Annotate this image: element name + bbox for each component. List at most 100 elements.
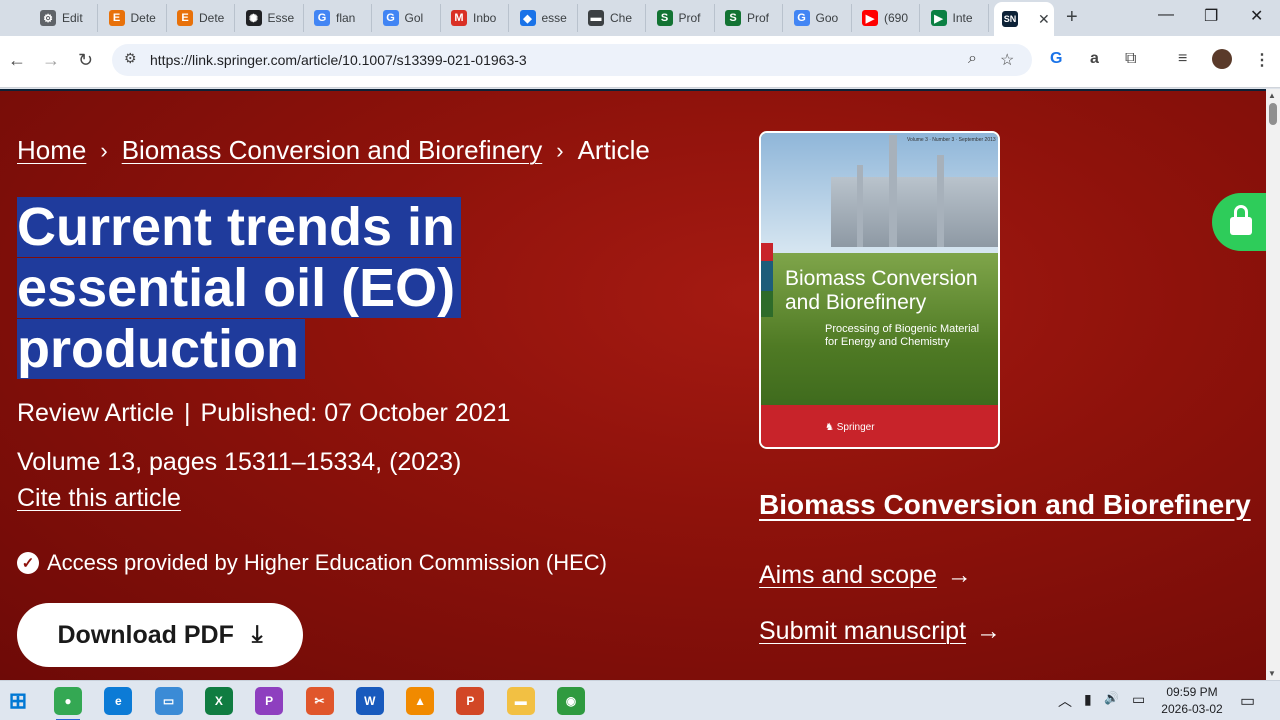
settings-icon: ⚙ bbox=[40, 10, 56, 26]
google-icon: G bbox=[793, 10, 810, 26]
zoom-icon[interactable]: ⌕ bbox=[968, 50, 977, 68]
browser-tab-title: Goo bbox=[815, 11, 839, 25]
browser-tab[interactable]: G Gol bbox=[375, 4, 441, 32]
aims-and-scope-link[interactable]: Aims and scope → bbox=[759, 561, 972, 590]
extensions-puzzle-icon[interactable]: ⧉ bbox=[1125, 50, 1136, 68]
scroll-up-arrow-icon[interactable]: ▲ bbox=[1268, 91, 1276, 100]
browser-tab[interactable]: ✺ Esse bbox=[238, 4, 304, 32]
edge-icon[interactable]: e bbox=[104, 687, 133, 715]
download-pdf-button[interactable]: Download PDF ⤓ bbox=[17, 603, 303, 667]
page-scrollbar[interactable]: ▲ ▼ bbox=[1266, 89, 1280, 680]
journal-cover-image[interactable]: Volume 3 · Number 3 · September 2013 Bio… bbox=[759, 131, 1000, 449]
chrome-icon[interactable]: ● bbox=[54, 687, 82, 720]
system-clock[interactable]: 09:59 PM 2026-03-02 bbox=[1154, 684, 1230, 718]
article-title-text: Current trends in essential oil (EO) pro… bbox=[17, 197, 462, 379]
download-pdf-label: Download PDF bbox=[57, 620, 234, 649]
forward-button[interactable]: → bbox=[42, 50, 60, 71]
cover-title: Biomass Conversion and Biorefinery bbox=[785, 267, 978, 315]
network-icon[interactable]: ▭ bbox=[1132, 691, 1145, 708]
chevron-up-icon[interactable]: ︿ bbox=[1058, 691, 1072, 711]
powerpoint-icon[interactable]: P bbox=[456, 687, 485, 715]
reload-button[interactable]: ↻ bbox=[78, 50, 93, 71]
aims-and-scope-label: Aims and scope bbox=[759, 561, 937, 589]
browser-tab-strip: ⚙ Edit E Dete E Dete ✺ Esse Gflan G Gol M Inbo ◆ esse ▬… bbox=[0, 0, 1280, 36]
scispace-icon: S bbox=[725, 10, 741, 26]
browser-tab[interactable]: G Goo bbox=[786, 4, 852, 32]
article-page: Home › Biomass Conversion and Biorefiner… bbox=[0, 89, 1266, 680]
browser-tab[interactable]: ⚙ Edit bbox=[32, 4, 98, 32]
pdf-editor-icon[interactable]: P bbox=[255, 687, 284, 715]
google-icon: G bbox=[382, 10, 399, 26]
browser-tab[interactable]: Gflan bbox=[306, 4, 372, 32]
browser-tab[interactable]: ▶ (690 bbox=[854, 4, 920, 32]
youtube-icon: ▶ bbox=[862, 10, 878, 26]
bookmark-star-icon[interactable]: ☆ bbox=[1000, 50, 1014, 70]
new-tab-button[interactable]: + bbox=[1066, 6, 1078, 29]
browser-tab-title: Prof bbox=[747, 11, 770, 25]
springer-nature-icon: SN bbox=[1002, 11, 1018, 27]
restore-button[interactable]: ❐ bbox=[1204, 6, 1218, 26]
breadcrumb-home-link[interactable]: Home bbox=[17, 135, 86, 166]
submit-manuscript-link[interactable]: Submit manuscript → bbox=[759, 617, 1001, 646]
cover-subtitle-line: Processing of Biogenic Material bbox=[825, 323, 980, 335]
scrollbar-thumb[interactable] bbox=[1269, 103, 1277, 125]
battery-icon[interactable]: ▮ bbox=[1084, 691, 1092, 708]
cite-article-link[interactable]: Cite this article bbox=[17, 484, 181, 513]
browser-tab[interactable]: ▬ Che bbox=[580, 4, 646, 32]
close-window-button[interactable]: ✕ bbox=[1250, 6, 1263, 26]
word-icon[interactable]: W bbox=[355, 687, 384, 715]
profile-avatar[interactable] bbox=[1212, 49, 1232, 69]
cover-issue-line: Volume 3 · Number 3 · September 2013 bbox=[907, 137, 996, 143]
windows-taskbar: ⊞ ● e ▭ X P ✂ W ▲ P ▬ ◉ ︿ ▮ 🔊 ▭ 09:59 PM 2026-03-02… bbox=[0, 680, 1280, 720]
vlc-icon[interactable]: ▲ bbox=[406, 687, 435, 715]
browser-tab-title: Prof bbox=[678, 11, 701, 25]
windows-start-icon[interactable]: ⊞ bbox=[4, 687, 32, 715]
cover-plant-tower bbox=[889, 135, 897, 247]
computer-icon[interactable]: ▭ bbox=[154, 687, 183, 715]
browser-tab[interactable]: M Inbo bbox=[443, 4, 509, 32]
diamond-icon: ◆ bbox=[519, 10, 536, 26]
journal-name-link[interactable]: Biomass Conversion and Biorefinery bbox=[759, 489, 1251, 521]
back-button[interactable]: ← bbox=[8, 50, 26, 71]
notification-icon[interactable]: ▭ bbox=[1240, 691, 1255, 711]
gmail-icon: M bbox=[451, 10, 467, 26]
browser-tab-title: Che bbox=[610, 11, 633, 25]
cover-subtitle-line: for Energy and Chemistry bbox=[825, 336, 950, 348]
browser-tab[interactable]: E Dete bbox=[169, 4, 235, 32]
cover-plant-tower bbox=[937, 155, 944, 247]
translate-icon[interactable]: G bbox=[1050, 50, 1062, 68]
cover-title-line: and Biorefinery bbox=[785, 291, 927, 314]
tab-active-springer[interactable]: SN ✕ bbox=[994, 2, 1054, 36]
url-text[interactable]: https://link.springer.com/article/10.100… bbox=[150, 52, 527, 68]
excel-icon[interactable]: X bbox=[204, 687, 233, 715]
browser-tab[interactable]: S Prof bbox=[717, 4, 783, 32]
media-control-icon[interactable]: ≡ bbox=[1178, 50, 1187, 68]
minimize-button[interactable]: — bbox=[1158, 6, 1174, 24]
browser-tab-title: Esse bbox=[267, 11, 295, 25]
extension-a-icon[interactable]: a bbox=[1090, 50, 1099, 68]
cover-title-line: Biomass Conversion bbox=[785, 267, 978, 290]
browser-tab[interactable]: E Dete bbox=[101, 4, 167, 32]
volume-icon[interactable]: 🔊 bbox=[1104, 691, 1119, 705]
arrow-right-icon: → bbox=[976, 617, 1002, 645]
checkmark-circle-icon: ✓ bbox=[17, 552, 39, 574]
browser-tab[interactable]: S Prof bbox=[649, 4, 715, 32]
scroll-down-arrow-icon[interactable]: ▼ bbox=[1268, 669, 1276, 678]
breadcrumb-journal-link[interactable]: Biomass Conversion and Biorefinery bbox=[122, 135, 543, 166]
browser-tab[interactable]: ◆ esse bbox=[512, 4, 578, 32]
browser-toolbar: ← → ↻ ⚙ https://link.springer.com/articl… bbox=[0, 36, 1280, 88]
close-tab-icon[interactable]: ✕ bbox=[1038, 11, 1050, 28]
browser-tab-title: flan bbox=[336, 11, 356, 25]
snipping-tool-icon[interactable]: ✂ bbox=[305, 687, 334, 715]
file-explorer-icon[interactable]: ▬ bbox=[506, 687, 535, 715]
scispace-icon: S bbox=[656, 10, 673, 26]
browser-menu-icon[interactable]: ⋮ bbox=[1254, 50, 1270, 70]
network-globe-icon[interactable]: ◉ bbox=[557, 687, 585, 715]
address-bar[interactable]: ⚙ https://link.springer.com/article/10.1… bbox=[112, 44, 1032, 76]
site-settings-icon[interactable]: ⚙ bbox=[124, 50, 137, 67]
google-icon: G bbox=[314, 10, 330, 26]
browser-tab[interactable]: ▶ Inte bbox=[923, 4, 989, 32]
access-text: Access provided by Higher Education Comm… bbox=[47, 550, 607, 575]
article-meta: Review Article | Published: 07 October 202… bbox=[17, 399, 510, 428]
openai-icon: ✺ bbox=[245, 10, 262, 26]
